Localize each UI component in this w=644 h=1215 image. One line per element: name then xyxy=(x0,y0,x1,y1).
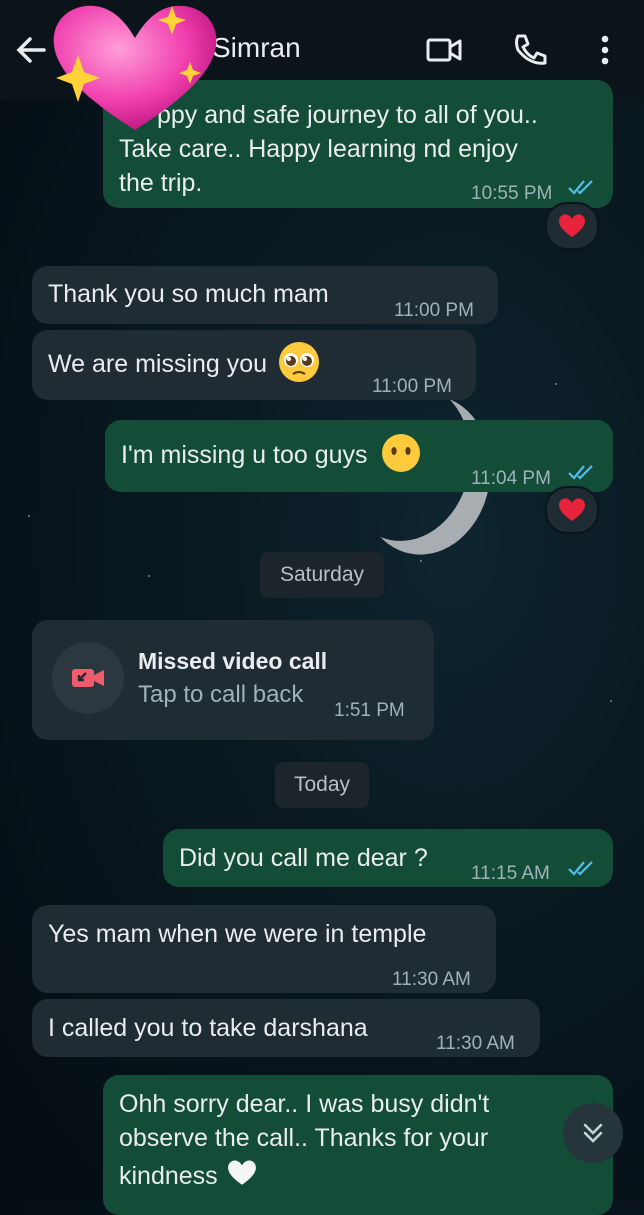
heart-icon xyxy=(559,498,585,521)
missed-video-call-icon xyxy=(72,669,104,687)
message-text-line: Ohh sorry dear.. I was busy didn't xyxy=(119,1090,490,1118)
reaction-heart[interactable] xyxy=(545,486,599,534)
message-time: 11:00 PM xyxy=(394,300,474,321)
no-mouth-face-emoji-icon xyxy=(381,434,420,473)
double-chevron-down-icon xyxy=(583,1123,603,1143)
date-separator: Saturday xyxy=(260,552,384,598)
message-incoming[interactable]: I called you to take darshana 11:30 AM xyxy=(32,999,540,1057)
avatar[interactable] xyxy=(40,0,230,135)
missed-call-message[interactable]: Missed video call Tap to call back 1:51 … xyxy=(32,620,434,740)
message-time: 11:15 AM xyxy=(471,863,550,884)
missed-call-icon-circle xyxy=(52,642,124,714)
message-text: I'm missing u too guys xyxy=(121,441,368,469)
message-time: 11:30 AM xyxy=(436,1033,515,1054)
voice-call-icon[interactable] xyxy=(510,30,550,70)
scroll-to-bottom-button[interactable] xyxy=(563,1103,623,1163)
message-incoming[interactable]: We are missing you 11:00 PM xyxy=(32,330,476,400)
video-call-icon[interactable] xyxy=(424,30,464,70)
message-incoming[interactable]: Thank you so much mam 11:00 PM xyxy=(32,266,498,324)
reaction-heart[interactable] xyxy=(545,202,599,250)
date-separator: Today xyxy=(275,762,369,808)
message-time: 11:04 PM xyxy=(471,468,551,489)
message-time: 1:51 PM xyxy=(334,700,405,721)
message-time: 11:00 PM xyxy=(372,376,452,397)
message-text-word: kindness xyxy=(119,1162,218,1190)
message-time: 10:55 PM xyxy=(471,183,553,204)
read-receipt-icon xyxy=(568,465,593,480)
message-outgoing[interactable]: Ohh sorry dear.. I was busy didn't obser… xyxy=(103,1075,613,1215)
message-text: Thank you so much mam xyxy=(48,280,329,308)
pleading-face-emoji-icon xyxy=(279,342,320,383)
missed-call-subtitle: Tap to call back xyxy=(138,681,304,708)
message-text: Did you call me dear ? xyxy=(179,844,428,872)
missed-call-title: Missed video call xyxy=(138,648,328,674)
white-heart-emoji-icon xyxy=(227,1160,256,1186)
message-text-line: observe the call.. Thanks for your xyxy=(119,1124,489,1152)
message-text: Yes mam when we were in temple xyxy=(48,920,427,948)
message-time: 11:30 AM xyxy=(392,969,471,990)
message-text: I called you to take darshana xyxy=(48,1014,368,1042)
message-text: We are missing you xyxy=(48,350,268,378)
message-outgoing[interactable]: I'm missing u too guys 11:04 PM xyxy=(105,420,613,492)
read-receipt-icon xyxy=(568,861,593,876)
message-outgoing[interactable]: Did you call me dear ? 11:15 AM xyxy=(163,829,613,887)
heart-icon xyxy=(559,214,585,237)
message-text-line: kindness xyxy=(119,1159,597,1193)
message-text-line: Take care.. Happy learning nd enjoy xyxy=(119,135,518,163)
more-options-icon[interactable] xyxy=(585,30,625,70)
message-incoming[interactable]: Yes mam when we were in temple 11:30 AM xyxy=(32,905,496,993)
read-receipt-icon xyxy=(568,180,593,195)
